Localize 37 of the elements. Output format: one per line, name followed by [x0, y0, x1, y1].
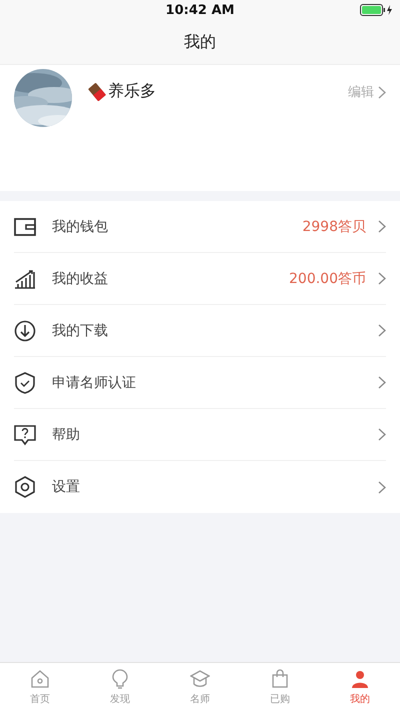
menu-item[interactable]: 设置 — [14, 461, 386, 513]
shield-icon — [14, 372, 36, 394]
menu-label: 我的下载 — [52, 322, 109, 340]
menu-item[interactable]: 我的收益 200.00答币 — [14, 253, 386, 305]
balance-value: 200.00答币 — [289, 270, 366, 288]
menu-label: 我的钱包 — [52, 218, 109, 236]
status-time: 10:42 AM — [166, 2, 234, 18]
battery-icon — [360, 4, 394, 16]
menu-label: 设置 — [52, 478, 81, 496]
graduation-cap-icon — [190, 668, 210, 688]
settings-icon — [14, 476, 36, 498]
menu-item[interactable]: 申请名师认证 — [14, 357, 386, 409]
lightbulb-icon — [110, 668, 130, 688]
wallet-icon — [14, 216, 36, 238]
person-icon — [350, 668, 370, 688]
menu-item[interactable]: 我的钱包 2998答贝 — [14, 201, 386, 253]
menu-item[interactable]: 帮助 — [14, 409, 386, 461]
chevron-icon — [378, 220, 386, 233]
download-icon — [14, 320, 36, 342]
balance-value: 2998答贝 — [302, 218, 366, 236]
chevron-icon — [378, 272, 386, 285]
menu-label: 我的收益 — [52, 270, 109, 288]
chevron-icon — [378, 376, 386, 389]
menu-item[interactable]: 我的下载 — [14, 305, 386, 357]
menu-label: 申请名师认证 — [52, 374, 137, 392]
chevron-icon — [378, 324, 386, 337]
user-name: 养乐多 — [108, 81, 156, 102]
bag-icon — [270, 668, 290, 688]
page-title: 我的 — [184, 32, 216, 52]
chevron-icon — [378, 86, 386, 98]
home-icon — [30, 668, 50, 688]
help-icon — [14, 424, 36, 446]
chevron-icon — [378, 480, 386, 494]
bar-chart-icon — [14, 268, 36, 290]
tab[interactable]: 我的 — [320, 663, 400, 711]
menu-label: 帮助 — [52, 426, 81, 444]
chevron-icon — [378, 428, 386, 441]
